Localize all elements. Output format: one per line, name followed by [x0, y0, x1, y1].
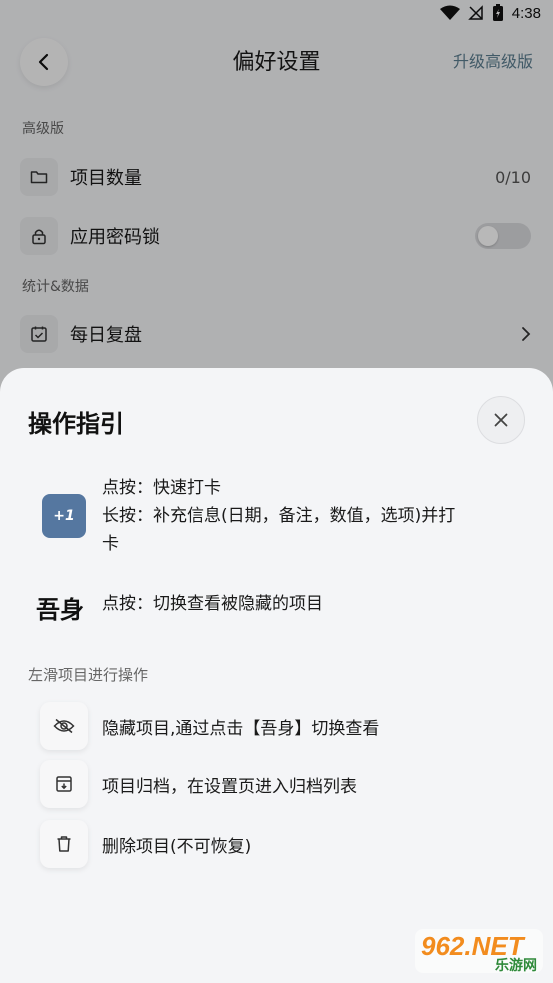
- close-icon: [494, 413, 508, 427]
- guide-bottom-sheet: 操作指引 +1 点按：快速打卡 长按：补充信息(日期，备注，数值，选项)并打 卡…: [0, 368, 553, 983]
- archive-icon: [40, 760, 88, 808]
- watermark-logo: 962.NET 乐游网: [411, 925, 547, 977]
- watermark-brand: 962.NET: [421, 931, 526, 961]
- hidden-toggle-demo: 吾身: [36, 596, 84, 624]
- long-press-hint-line1: 长按：补充信息(日期，备注，数值，选项)并打: [102, 506, 456, 526]
- action-label-delete: 删除项目(不可恢复): [102, 837, 252, 857]
- hidden-hint: 点按：切换查看被隐藏的项目: [102, 594, 323, 614]
- screen: 4:38 偏好设置 升级高级版 高级版 项目数量 0/10 应用密码锁 统计&数…: [0, 0, 553, 983]
- checkin-demo-badge: +1: [42, 494, 86, 538]
- action-label-hide: 隐藏项目,通过点击【吾身】切换查看: [102, 719, 380, 739]
- action-label-archive: 项目归档，在设置页进入归档列表: [102, 777, 357, 797]
- sheet-title: 操作指引: [28, 410, 124, 438]
- tap-hint: 点按：快速打卡: [102, 478, 221, 498]
- watermark-sub: 乐游网: [495, 957, 537, 974]
- long-press-hint-line2: 卡: [102, 534, 119, 554]
- eye-off-icon: [40, 702, 88, 750]
- close-button[interactable]: [477, 396, 525, 444]
- trash-icon: [40, 820, 88, 868]
- swipe-section-label: 左滑项目进行操作: [28, 666, 149, 684]
